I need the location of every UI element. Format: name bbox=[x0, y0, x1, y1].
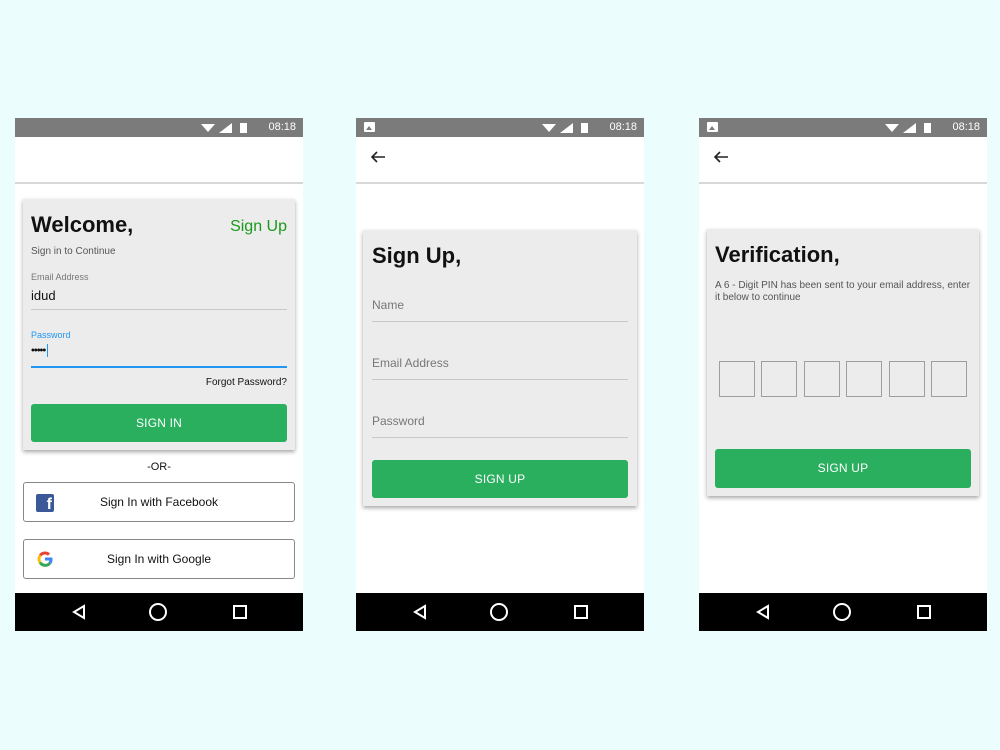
name-field[interactable]: Name bbox=[372, 298, 404, 312]
status-icons bbox=[201, 123, 247, 133]
subtitle: Sign in to Continue bbox=[31, 246, 116, 257]
nav-back-icon[interactable] bbox=[756, 604, 770, 620]
verification-description: A 6 - Digit PIN has been sent to your em… bbox=[715, 280, 971, 303]
android-nav-bar bbox=[356, 593, 644, 631]
password-field[interactable]: ••••• bbox=[31, 344, 49, 357]
signal-icon bbox=[219, 123, 232, 133]
pin-digit-box[interactable] bbox=[719, 361, 755, 397]
facebook-signin-button[interactable]: f Sign In with Facebook bbox=[23, 482, 295, 522]
pin-digit-box[interactable] bbox=[931, 361, 967, 397]
phone-signup-screen: 08:18 Sign Up, Name Email Address Passwo… bbox=[356, 118, 644, 631]
nav-home-icon[interactable] bbox=[149, 603, 167, 621]
email-field[interactable]: Email Address bbox=[372, 356, 449, 370]
or-separator: -OR- bbox=[147, 461, 171, 473]
password-value: ••••• bbox=[31, 344, 46, 357]
nav-recent-icon[interactable] bbox=[574, 605, 588, 619]
nav-recent-icon[interactable] bbox=[917, 605, 931, 619]
status-icons bbox=[885, 123, 931, 133]
gallery-icon bbox=[707, 122, 718, 132]
email-label: Email Address bbox=[31, 272, 89, 282]
battery-icon bbox=[240, 123, 247, 133]
pin-digit-box[interactable] bbox=[804, 361, 840, 397]
android-nav-bar bbox=[15, 593, 303, 631]
pin-digit-box[interactable] bbox=[761, 361, 797, 397]
nav-back-icon[interactable] bbox=[413, 604, 427, 620]
email-underline bbox=[372, 379, 628, 380]
password-underline bbox=[372, 437, 628, 438]
password-field[interactable]: Password bbox=[372, 414, 425, 428]
wifi-icon bbox=[542, 124, 556, 132]
android-nav-bar bbox=[699, 593, 987, 631]
page-title: Verification, bbox=[715, 242, 840, 267]
page-title: Sign Up, bbox=[372, 243, 462, 268]
email-underline bbox=[31, 309, 287, 310]
signal-icon bbox=[903, 123, 916, 133]
login-card: Welcome, Sign Up Sign in to Continue Ema… bbox=[23, 199, 295, 450]
facebook-button-label: Sign In with Facebook bbox=[99, 495, 219, 509]
nav-home-icon[interactable] bbox=[833, 603, 851, 621]
status-bar: 08:18 bbox=[356, 118, 644, 137]
password-label: Password bbox=[31, 330, 71, 340]
wifi-icon bbox=[885, 124, 899, 132]
gallery-icon bbox=[364, 122, 375, 132]
status-time: 08:18 bbox=[952, 121, 980, 133]
app-toolbar bbox=[699, 137, 987, 184]
google-signin-button[interactable]: Sign In with Google bbox=[23, 539, 295, 579]
verify-signup-button[interactable]: SIGN UP bbox=[715, 449, 971, 488]
signup-card: Sign Up, Name Email Address Password SIG… bbox=[363, 230, 637, 506]
pin-digit-box[interactable] bbox=[846, 361, 882, 397]
signin-button[interactable]: SIGN IN bbox=[31, 404, 287, 442]
signal-icon bbox=[560, 123, 573, 133]
phone-verification-screen: 08:18 Verification, A 6 - Digit PIN has … bbox=[699, 118, 987, 631]
battery-icon bbox=[581, 123, 588, 133]
nav-recent-icon[interactable] bbox=[233, 605, 247, 619]
app-toolbar bbox=[15, 137, 303, 184]
status-bar: 08:18 bbox=[699, 118, 987, 137]
signup-link[interactable]: Sign Up bbox=[230, 218, 287, 236]
email-field[interactable]: idud bbox=[31, 288, 56, 303]
status-bar: 08:18 bbox=[15, 118, 303, 137]
back-arrow-icon[interactable] bbox=[370, 149, 386, 165]
status-time: 08:18 bbox=[609, 121, 637, 133]
nav-back-icon[interactable] bbox=[72, 604, 86, 620]
phone-login-screen: 08:18 Welcome, Sign Up Sign in to Contin… bbox=[15, 118, 303, 631]
page-title: Welcome, bbox=[31, 212, 134, 237]
password-underline bbox=[31, 366, 287, 368]
app-toolbar bbox=[356, 137, 644, 184]
status-time: 08:18 bbox=[268, 121, 296, 133]
signup-button[interactable]: SIGN UP bbox=[372, 460, 628, 498]
pin-digit-box[interactable] bbox=[889, 361, 925, 397]
wifi-icon bbox=[201, 124, 215, 132]
nav-home-icon[interactable] bbox=[490, 603, 508, 621]
forgot-password-link[interactable]: Forgot Password? bbox=[206, 377, 287, 388]
status-icons bbox=[542, 123, 588, 133]
name-underline bbox=[372, 321, 628, 322]
text-cursor bbox=[47, 344, 49, 357]
google-button-label: Sign In with Google bbox=[106, 552, 212, 566]
battery-icon bbox=[924, 123, 931, 133]
back-arrow-icon[interactable] bbox=[713, 149, 729, 165]
